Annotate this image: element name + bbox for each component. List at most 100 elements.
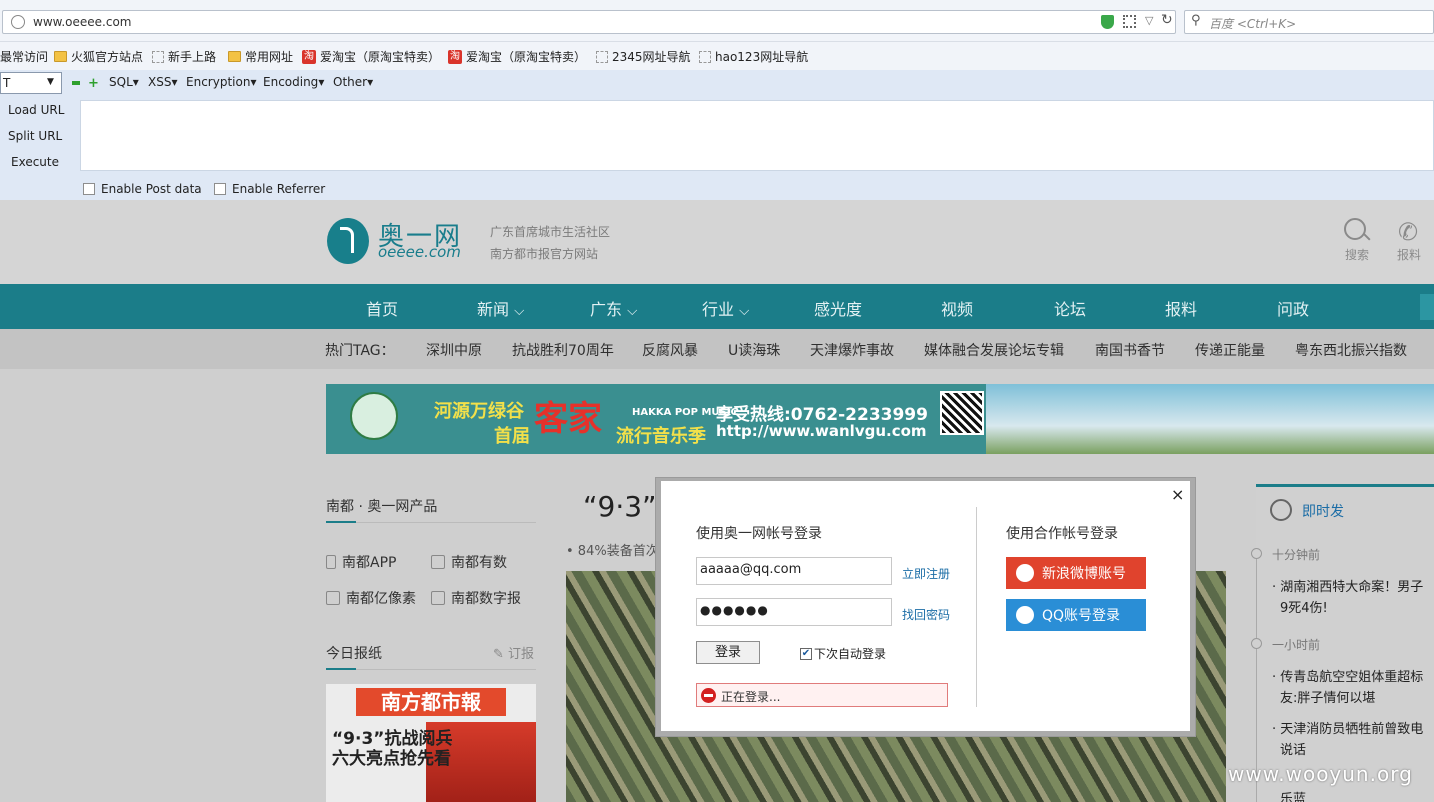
nav-extra[interactable] [1420, 294, 1434, 320]
site-logo-icon[interactable] [327, 218, 369, 264]
banner-text: 客家 [534, 399, 602, 439]
password-field[interactable]: ●●●●●● [696, 598, 892, 626]
hackbar-select[interactable]: T ▼ [0, 72, 62, 94]
mobile-icon [326, 555, 336, 569]
hackbar-url-textarea[interactable] [80, 100, 1434, 171]
register-link[interactable]: 立即注册 [902, 565, 950, 582]
menu-other[interactable]: Other▾ [333, 75, 373, 89]
partner-account-title: 使用合作帐号登录 [1006, 526, 1118, 542]
product-nandu-pixels[interactable]: 南都亿像素 [326, 588, 416, 608]
menu-label: Other [333, 75, 368, 89]
search-label[interactable]: 搜索 [1345, 246, 1369, 263]
magnifier-icon[interactable] [1344, 218, 1366, 240]
news-link[interactable]: 9死4伤! [1280, 597, 1328, 616]
bookmark-firefox-site[interactable]: 火狐官方站点 [54, 48, 143, 65]
address-bar[interactable]: www.oeeee.com ▽ ↻ [2, 10, 1176, 34]
split-url-button[interactable]: Split URL [8, 129, 62, 143]
headline-title[interactable]: “9·3” [583, 490, 657, 523]
nav-news[interactable]: 新闻 ⌵ [477, 296, 524, 320]
qr-code [940, 391, 984, 435]
checkbox-box[interactable] [214, 183, 226, 195]
menu-xss[interactable]: XSS▾ [148, 75, 178, 89]
menu-sql[interactable]: SQL▾ [109, 75, 139, 89]
tag-link[interactable]: 南国书香节 [1095, 340, 1165, 360]
tag-link[interactable]: 媒体融合发展论坛专辑 [924, 340, 1064, 360]
bookmark-2345[interactable]: 2345网址导航 [596, 48, 691, 65]
nav-photo[interactable]: 感光度 [814, 296, 862, 320]
logo-domain: oeeee.com [378, 243, 461, 261]
nav-guangdong[interactable]: 广东 ⌵ [590, 296, 637, 320]
news-link[interactable]: · 湖南湘西特大命案！男子 [1272, 576, 1423, 595]
news-text: 天津消防员牺牲前曾致电 [1280, 722, 1424, 737]
product-nandu-data[interactable]: 南都有数 [431, 552, 507, 572]
close-icon[interactable]: × [1171, 485, 1184, 504]
own-account-title: 使用奥一网帐号登录 [696, 526, 822, 542]
clock-icon [1251, 638, 1262, 649]
tag-link[interactable]: 传递正能量 [1195, 340, 1265, 360]
checkbox-box[interactable] [83, 183, 95, 195]
nav-label: 新闻 [477, 300, 510, 319]
taobao-icon: 淘 [302, 49, 316, 64]
news-link[interactable]: 说话 [1280, 739, 1306, 758]
weibo-login-button[interactable]: 新浪微博账号 [1006, 557, 1146, 589]
tag-link[interactable]: 深圳中原 [426, 340, 482, 360]
news-link[interactable]: 乐蓝 [1280, 788, 1306, 802]
bookmark-common-sites[interactable]: 常用网址 [228, 48, 293, 65]
reload-icon[interactable]: ↻ [1161, 12, 1173, 28]
minus-icon[interactable] [72, 81, 80, 85]
enable-referrer-checkbox[interactable]: Enable Referrer [214, 182, 325, 196]
qq-login-button[interactable]: QQ账号登录 [1006, 599, 1146, 631]
subscribe-link[interactable]: ✎ 订报 [493, 643, 534, 662]
status-text: 正在登录... [721, 690, 781, 704]
history-icon [1270, 499, 1292, 521]
execute-button[interactable]: Execute [11, 155, 59, 169]
bookmark-hao123[interactable]: hao123网址导航 [699, 48, 808, 65]
button-label: QQ账号登录 [1042, 608, 1121, 624]
product-nandu-app[interactable]: 南都APP [326, 552, 396, 572]
bookmark-aitaobao-2[interactable]: 淘爱淘宝（原淘宝特卖） [448, 48, 586, 65]
checkbox-checked-icon[interactable]: ✔ [800, 647, 812, 660]
forgot-password-link[interactable]: 找回密码 [902, 606, 950, 623]
dropdown-icon[interactable]: ▽ [1145, 14, 1153, 27]
nav-forum[interactable]: 论坛 [1054, 296, 1086, 320]
news-link[interactable]: · 天津消防员牺牲前曾致电 [1272, 718, 1423, 737]
nav-label: 广东 [590, 300, 623, 319]
bookmark-label: hao123网址导航 [715, 50, 809, 64]
nav-politics[interactable]: 问政 [1277, 296, 1309, 320]
tag-link[interactable]: 粤东西北振兴指数 [1295, 340, 1407, 360]
phone-icon[interactable]: ✆ [1398, 218, 1418, 246]
bookmark-aitaobao-1[interactable]: 淘爱淘宝（原淘宝特卖） [302, 48, 440, 65]
email-field[interactable]: aaaaa@qq.com [696, 557, 892, 585]
news-link[interactable]: · 传青岛航空空姐体重超标 [1272, 666, 1423, 685]
product-nandu-epaper[interactable]: 南都数字报 [431, 588, 521, 608]
page-icon [596, 50, 608, 63]
bookmark-most-visited[interactable]: 最常访问 [0, 48, 48, 65]
banner-ad[interactable]: 河源万绿谷 客家 首届 流行音乐季 HAKKA POP MUSIC 享受热线:0… [326, 384, 1434, 454]
qr-icon[interactable] [1123, 15, 1136, 28]
site-header [0, 200, 1434, 284]
tag-link[interactable]: U读海珠 [728, 340, 780, 360]
tag-link[interactable]: 反腐风暴 [642, 340, 698, 360]
auto-login-checkbox[interactable]: ✔ 下次自动登录 [800, 645, 886, 662]
menu-encryption[interactable]: Encryption▾ [186, 75, 256, 89]
tag-link[interactable]: 天津爆炸事故 [810, 340, 894, 360]
watermark: www.wooyun.org [1228, 762, 1413, 786]
newspaper-cover[interactable]: 南方都市報 “9·3”抗战阅兵 六大亮点抢先看 [326, 684, 536, 802]
nav-home[interactable]: 首页 [366, 296, 398, 320]
load-url-button[interactable]: Load URL [8, 103, 64, 117]
enable-post-checkbox[interactable]: Enable Post data [83, 182, 202, 196]
login-button[interactable]: 登录 [696, 641, 760, 664]
menu-encoding[interactable]: Encoding▾ [263, 75, 324, 89]
nav-report[interactable]: 报料 [1165, 296, 1197, 320]
tag-link[interactable]: 抗战胜利70周年 [512, 340, 614, 360]
search-icon: ⚲ [1191, 13, 1201, 28]
news-link[interactable]: 友:胖子情何以堪 [1280, 687, 1375, 706]
folder-icon [228, 51, 241, 62]
bookmark-getting-started[interactable]: 新手上路 [152, 48, 216, 65]
nav-video[interactable]: 视频 [941, 296, 973, 320]
plus-icon[interactable]: + [88, 76, 99, 91]
nav-industry[interactable]: 行业 ⌵ [702, 296, 749, 320]
newspaper-headline: 六大亮点抢先看 [332, 749, 451, 769]
report-label[interactable]: 报料 [1397, 246, 1421, 263]
search-bar[interactable]: ⚲ 百度 <Ctrl+K> [1184, 10, 1434, 34]
